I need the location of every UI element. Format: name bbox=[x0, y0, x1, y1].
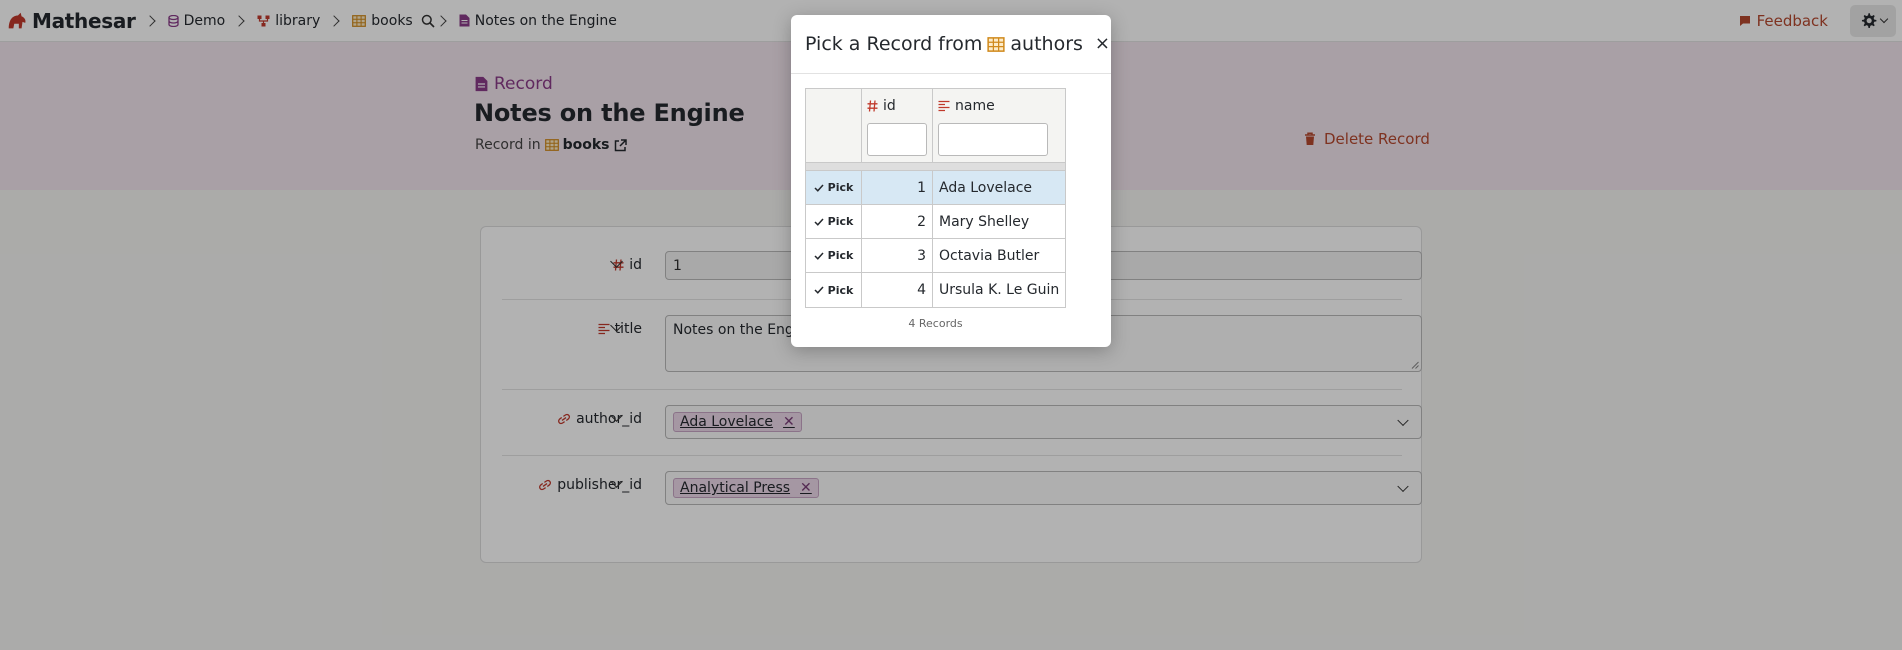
pick-button[interactable]: Pick bbox=[806, 239, 862, 272]
check-icon bbox=[814, 217, 824, 226]
table-row[interactable]: Pick 2 Mary Shelley bbox=[806, 205, 1065, 239]
check-icon bbox=[814, 251, 824, 260]
modal-header: Pick a Record from authors × bbox=[791, 15, 1111, 74]
pick-button-label: Pick bbox=[827, 283, 854, 297]
name-filter-input[interactable] bbox=[938, 123, 1048, 156]
record-count: 4 Records bbox=[908, 317, 963, 330]
id-filter-input[interactable] bbox=[867, 123, 927, 156]
cell-id: 1 bbox=[862, 171, 933, 204]
grid-header: id name bbox=[806, 89, 1065, 163]
cell-name: Mary Shelley bbox=[939, 213, 1030, 230]
pick-button[interactable]: Pick bbox=[806, 205, 862, 238]
modal-title-prefix: Pick a Record from bbox=[805, 33, 983, 55]
number-type-icon bbox=[867, 100, 878, 112]
table-row[interactable]: Pick 4 Ursula K. Le Guin bbox=[806, 273, 1065, 307]
table-row[interactable]: Pick 3 Octavia Butler bbox=[806, 239, 1065, 273]
column-header-label: name bbox=[955, 98, 995, 114]
record-picker-modal: Pick a Record from authors × id name Pic… bbox=[791, 15, 1111, 347]
cell-name: Ursula K. Le Guin bbox=[939, 282, 1060, 298]
pick-button-label: Pick bbox=[827, 249, 854, 262]
cell-id: 4 bbox=[862, 273, 933, 307]
table-icon bbox=[987, 36, 1006, 52]
column-header-id: id bbox=[862, 89, 933, 162]
table-row[interactable]: Pick 1 Ada Lovelace bbox=[806, 171, 1065, 205]
pick-button-label: Pick bbox=[827, 181, 854, 194]
column-header-name: name bbox=[933, 89, 1065, 162]
check-icon bbox=[814, 286, 824, 294]
close-icon[interactable]: × bbox=[1095, 35, 1110, 53]
modal-title-table: authors bbox=[1010, 33, 1083, 55]
cell-id: 3 bbox=[862, 239, 933, 272]
text-type-icon bbox=[938, 100, 950, 112]
grid-header-separator bbox=[806, 163, 1065, 171]
cell-name: Octavia Butler bbox=[939, 247, 1040, 264]
check-icon bbox=[814, 183, 824, 192]
record-picker-grid: id name Pick 1 Ada Lovelace Pick 2 Mary … bbox=[805, 88, 1066, 308]
grid-header-corner bbox=[806, 89, 862, 162]
pick-button[interactable]: Pick bbox=[806, 273, 862, 307]
cell-name: Ada Lovelace bbox=[939, 179, 1033, 196]
column-header-label: id bbox=[883, 98, 896, 114]
cell-id: 2 bbox=[862, 205, 933, 238]
pick-button[interactable]: Pick bbox=[806, 171, 862, 204]
pick-button-label: Pick bbox=[827, 215, 854, 228]
